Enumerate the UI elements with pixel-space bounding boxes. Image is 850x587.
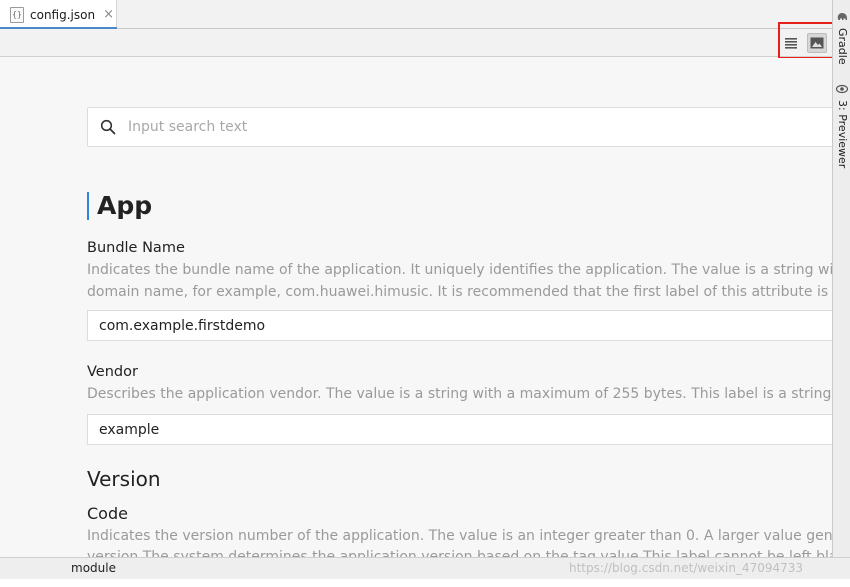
gradle-tool-button[interactable]: Gradle <box>836 28 849 65</box>
tab-label: config.json <box>30 7 96 22</box>
bundle-name-label: Bundle Name <box>87 240 185 256</box>
bundle-name-description: Indicates the bundle name of the applica… <box>87 262 832 278</box>
vendor-description: Describes the application vendor. The va… <box>87 386 832 402</box>
watermark-text: https://blog.csdn.net/weixin_47094733 <box>569 561 804 575</box>
version-code-description-2: version The system determines the applic… <box>87 549 832 557</box>
editor-toolbar <box>0 29 832 57</box>
right-tool-strip: Gradle 3: Previewer <box>832 0 850 557</box>
eye-icon <box>836 84 848 94</box>
search-box <box>87 107 832 147</box>
close-icon[interactable]: × <box>103 8 114 21</box>
vendor-field[interactable]: example <box>87 414 832 445</box>
previewer-tool-button[interactable]: 3: Previewer <box>836 100 849 168</box>
view-mode-highlight <box>778 22 836 59</box>
section-title-version: Version <box>87 467 161 491</box>
elephant-icon <box>837 13 847 20</box>
version-code-description: Indicates the version number of the appl… <box>87 528 832 544</box>
section-title-app: App <box>87 192 152 220</box>
bundle-name-field[interactable]: com.example.firstdemo <box>87 310 832 341</box>
status-bar-edge <box>0 579 850 587</box>
version-code-label: Code <box>87 504 128 523</box>
tab-config-json[interactable]: {} config.json × <box>0 0 117 30</box>
search-input[interactable] <box>128 119 808 135</box>
bottom-breadcrumb-bar: module https://blog.csdn.net/weixin_4709… <box>0 557 850 579</box>
bundle-name-description-2: domain name, for example, com.huawei.him… <box>87 284 832 300</box>
search-icon <box>100 119 116 135</box>
json-file-icon: {} <box>10 6 24 23</box>
breadcrumb-module[interactable]: module <box>71 561 116 575</box>
config-visual-editor: App Bundle Name Indicates the bundle nam… <box>0 58 832 557</box>
vendor-label: Vendor <box>87 364 138 380</box>
editor-tab-bar: {} config.json × <box>0 0 832 30</box>
